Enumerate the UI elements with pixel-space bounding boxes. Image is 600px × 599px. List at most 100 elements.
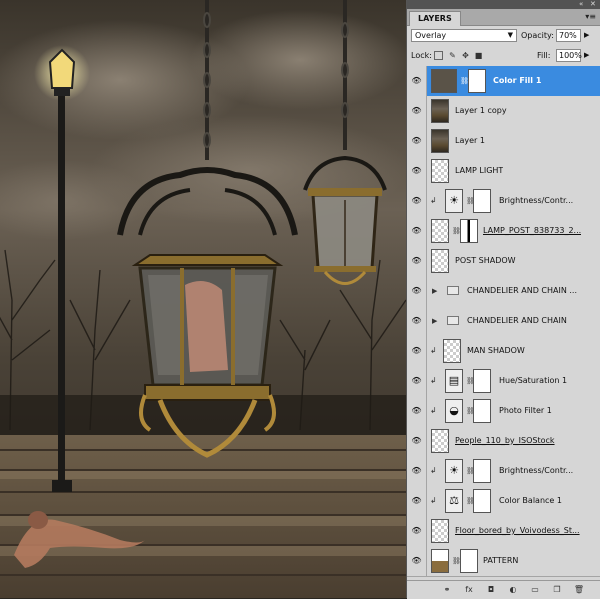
visibility-eye-icon[interactable]: 👁 — [407, 66, 427, 96]
layers-panel: « ✕ LAYERS ▾≡ Overlay ▼ Opacity: 70% ▶ L… — [406, 0, 600, 599]
lock-fill-row: Lock: ✎ ✥ ■ Fill: 100% ▶ — [407, 46, 600, 67]
visibility-eye-icon[interactable]: 👁 — [407, 426, 427, 456]
panel-bottom-toolbar: ⚭ fx ◘ ◐ ▭ ❐ 🗑 — [407, 580, 600, 599]
layer-row[interactable]: 👁 LAMP LIGHT — [407, 156, 600, 187]
layer-name: Hue/Saturation 1 — [499, 376, 568, 385]
visibility-eye-icon[interactable]: 👁 — [407, 396, 427, 426]
add-mask-icon[interactable]: ◘ — [485, 584, 497, 596]
visibility-eye-icon[interactable]: 👁 — [407, 456, 427, 486]
layer-name: Layer 1 copy — [455, 106, 507, 115]
visibility-eye-icon[interactable]: 👁 — [407, 336, 427, 366]
layer-row[interactable]: 👁 ↲ ☀ ⛓ Brightness/Contr... — [407, 456, 600, 487]
tab-layers[interactable]: LAYERS — [409, 11, 461, 26]
layer-thumbnail — [431, 219, 449, 243]
opacity-field[interactable]: 70% — [556, 29, 581, 42]
folder-icon — [447, 316, 459, 325]
adjust-brightness-icon: ☀ — [445, 459, 463, 483]
expand-group-icon[interactable]: ▶ — [432, 306, 437, 336]
layer-row[interactable]: 👁 ⛓ LAMP_POST_838733_2... — [407, 216, 600, 247]
visibility-eye-icon[interactable]: 👁 — [407, 186, 427, 216]
layer-thumbnail — [431, 519, 449, 543]
visibility-eye-icon[interactable]: 👁 — [407, 216, 427, 246]
layer-row[interactable]: 👁 Layer 1 copy — [407, 96, 600, 127]
clipping-mask-icon: ↲ — [430, 496, 437, 505]
layer-row[interactable]: 👁 ↲ ◒ ⛓ Photo Filter 1 — [407, 396, 600, 427]
layer-name: Photo Filter 1 — [499, 406, 552, 415]
layer-thumbnail — [431, 429, 449, 453]
layer-name: POST SHADOW — [455, 256, 516, 265]
layer-row[interactable]: 👁 ⛓ Color Fill 1 — [407, 66, 600, 97]
expand-group-icon[interactable]: ▶ — [432, 276, 437, 306]
collapse-icon[interactable]: « — [579, 0, 583, 9]
visibility-eye-icon[interactable]: 👁 — [407, 366, 427, 396]
layer-mask-thumbnail[interactable] — [473, 399, 491, 423]
layer-row[interactable]: 👁 ↲ ▤ ⛓ Hue/Saturation 1 — [407, 366, 600, 397]
layer-mask-thumbnail[interactable] — [460, 549, 478, 573]
layer-thumbnail — [443, 339, 461, 363]
layer-name: Floor_bored_by_Voivodess_St... — [455, 526, 580, 535]
visibility-eye-icon[interactable]: 👁 — [407, 516, 427, 546]
blend-mode-select[interactable]: Overlay ▼ — [411, 29, 517, 42]
trash-icon[interactable]: 🗑 — [573, 584, 585, 596]
visibility-eye-icon[interactable]: 👁 — [407, 306, 427, 336]
layer-row[interactable]: 👁 ⛓ PATTERN — [407, 546, 600, 577]
layer-row[interactable]: 👁 ▶ CHANDELIER AND CHAIN — [407, 306, 600, 337]
layer-mask-thumbnail[interactable] — [473, 489, 491, 513]
layer-mask-thumbnail[interactable] — [473, 189, 491, 213]
tab-row: LAYERS ▾≡ — [407, 9, 600, 26]
artwork-image — [0, 0, 406, 598]
panel-menu-icon[interactable]: ▾≡ — [585, 11, 596, 23]
layer-row[interactable]: 👁 ↲ ⚖ ⛓ Color Balance 1 — [407, 486, 600, 517]
fill-field[interactable]: 100% — [556, 49, 582, 62]
layer-row[interactable]: 👁 Layer 1 — [407, 126, 600, 157]
layer-thumbnail — [431, 159, 449, 183]
layer-name: MAN SHADOW — [467, 346, 525, 355]
lock-all-icon[interactable]: ■ — [474, 51, 483, 60]
clipping-mask-icon: ↲ — [430, 406, 437, 415]
fill-slider-arrow-icon[interactable]: ▶ — [584, 49, 589, 62]
close-icon[interactable]: ✕ — [590, 0, 596, 9]
document-canvas[interactable] — [0, 0, 406, 598]
opacity-slider-arrow-icon[interactable]: ▶ — [584, 29, 589, 42]
layer-name: Brightness/Contr... — [499, 196, 574, 205]
layer-row[interactable]: 👁 POST SHADOW — [407, 246, 600, 277]
layer-name: Brightness/Contr... — [499, 466, 574, 475]
new-group-icon[interactable]: ▭ — [529, 584, 541, 596]
layer-name: Color Fill 1 — [493, 76, 542, 85]
layer-mask-thumbnail[interactable] — [473, 459, 491, 483]
layer-row[interactable]: 👁 ▶ CHANDELIER AND CHAIN ... — [407, 276, 600, 307]
visibility-eye-icon[interactable]: 👁 — [407, 156, 427, 186]
layer-row[interactable]: 👁 ↲ MAN SHADOW — [407, 336, 600, 367]
layer-mask-thumbnail[interactable] — [473, 369, 491, 393]
visibility-eye-icon[interactable]: 👁 — [407, 276, 427, 306]
lock-transparency-icon[interactable] — [434, 51, 443, 60]
layer-mask-thumbnail[interactable] — [468, 69, 486, 93]
adjust-photo-icon: ◒ — [445, 399, 463, 423]
lock-position-icon[interactable]: ✥ — [461, 51, 470, 60]
layer-name: LAMP_POST_838733_2... — [483, 226, 582, 235]
visibility-eye-icon[interactable]: 👁 — [407, 486, 427, 516]
color-fill-swatch[interactable] — [431, 69, 457, 93]
layer-thumbnail — [431, 99, 449, 123]
layer-name: CHANDELIER AND CHAIN ... — [467, 286, 577, 295]
blend-opacity-row: Overlay ▼ Opacity: 70% ▶ — [407, 26, 600, 46]
adjustment-layer-icon[interactable]: ◐ — [507, 584, 519, 596]
visibility-eye-icon[interactable]: 👁 — [407, 246, 427, 276]
layer-thumbnail — [431, 249, 449, 273]
link-layers-icon[interactable]: ⚭ — [441, 584, 453, 596]
new-layer-icon[interactable]: ❐ — [551, 584, 563, 596]
adjust-brightness-icon: ☀ — [445, 189, 463, 213]
layer-name: Layer 1 — [455, 136, 485, 145]
visibility-eye-icon[interactable]: 👁 — [407, 546, 427, 576]
layer-row[interactable]: 👁 Floor_bored_by_Voivodess_St... — [407, 516, 600, 547]
visibility-eye-icon[interactable]: 👁 — [407, 126, 427, 156]
layer-row[interactable]: 👁 ↲ ☀ ⛓ Brightness/Contr... — [407, 186, 600, 217]
clipping-mask-icon: ↲ — [430, 196, 437, 205]
visibility-eye-icon[interactable]: 👁 — [407, 96, 427, 126]
layer-row[interactable]: 👁 People_110_by_ISOStock — [407, 426, 600, 457]
lock-image-icon[interactable]: ✎ — [448, 51, 457, 60]
layer-mask-thumbnail[interactable] — [460, 219, 478, 243]
layer-name: LAMP LIGHT — [455, 166, 504, 175]
fx-icon[interactable]: fx — [463, 584, 475, 596]
layers-list: 👁 ⛓ Color Fill 1 👁 Layer 1 copy 👁 Layer 1 👁 LAMP… — [407, 66, 600, 580]
